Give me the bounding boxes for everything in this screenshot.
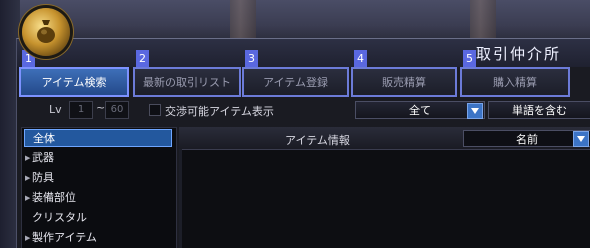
level-max-input[interactable]: 60 — [105, 101, 129, 119]
category-item-equipment-slot[interactable]: ▶ 装備部位 — [24, 189, 172, 207]
tab-label: 販売精算 — [382, 76, 426, 89]
list-divider — [179, 149, 182, 248]
tab-item-search[interactable]: アイテム検索 — [19, 67, 129, 97]
category-item-crafting[interactable]: ▶ 製作アイテム — [24, 229, 172, 247]
trade-broker-window: 取引仲介所 アイテム検索 最新の取引リスト アイテム登録 販売精算 購入精算 1… — [16, 38, 590, 248]
chevron-down-icon[interactable] — [467, 103, 483, 119]
tab-number-badge: 4 — [354, 50, 367, 67]
tab-sales-settlement[interactable]: 販売精算 — [351, 67, 457, 97]
backdrop-pillar — [230, 0, 256, 42]
tab-label: 購入精算 — [493, 76, 537, 89]
category-label: クリスタル — [32, 211, 87, 224]
expand-triangle-icon[interactable]: ▶ — [25, 229, 30, 247]
tab-label: アイテム登録 — [263, 76, 328, 89]
expand-triangle-icon[interactable]: ▶ — [25, 189, 30, 207]
match-mode-dropdown[interactable]: 単語を含む — [488, 101, 590, 119]
category-dropdown[interactable]: 全て — [355, 101, 485, 119]
window-title: 取引仲介所 — [475, 45, 561, 63]
backdrop-pillar — [470, 0, 496, 42]
category-item-armor[interactable]: ▶ 防具 — [24, 169, 172, 187]
sort-dropdown-value: 名前 — [516, 132, 538, 146]
tab-label: アイテム検索 — [41, 76, 107, 89]
expand-triangle-icon[interactable]: ▶ — [25, 169, 30, 187]
level-label: Lv — [49, 103, 62, 116]
category-tree: 全体 ▶ 武器 ▶ 防具 ▶ 装備部位 クリスタル ▶ 製作アイテム — [21, 127, 177, 248]
item-info-header: アイテム情報 — [285, 134, 350, 147]
money-bag-icon — [22, 8, 70, 56]
match-mode-value: 単語を含む — [512, 104, 567, 117]
sort-dropdown[interactable]: 名前 — [463, 130, 590, 147]
category-label: 武器 — [32, 151, 54, 164]
tab-number-badge: 2 — [136, 50, 149, 67]
tradable-only-label: 交渉可能アイテム表示 — [165, 105, 274, 118]
item-results-panel: アイテム情報 名前 — [179, 127, 590, 248]
tab-item-register[interactable]: アイテム登録 — [242, 67, 349, 97]
game-world-backdrop — [0, 0, 590, 42]
category-item-weapons[interactable]: ▶ 武器 — [24, 149, 172, 167]
category-label: 全体 — [33, 132, 55, 145]
category-item-crystal[interactable]: クリスタル — [24, 209, 172, 227]
category-item-all[interactable]: 全体 — [24, 129, 172, 147]
tab-number-badge: 3 — [245, 50, 258, 67]
level-min-input[interactable]: 1 — [69, 101, 93, 119]
category-label: 装備部位 — [32, 191, 76, 204]
game-screen: 取引仲介所 アイテム検索 最新の取引リスト アイテム登録 販売精算 購入精算 1… — [0, 0, 590, 248]
category-label: 防具 — [32, 171, 54, 184]
filter-bar: Lv 1 ~ 60 交渉可能アイテム表示 全て 単語を含む — [17, 97, 590, 123]
tab-latest-trades[interactable]: 最新の取引リスト — [133, 67, 241, 97]
tradable-only-checkbox[interactable] — [149, 104, 161, 116]
expand-triangle-icon[interactable]: ▶ — [25, 149, 30, 167]
item-list-header: アイテム情報 名前 — [179, 127, 590, 150]
tab-purchase-settlement[interactable]: 購入精算 — [460, 67, 570, 97]
chevron-down-icon[interactable] — [573, 131, 589, 147]
level-range-separator: ~ — [96, 101, 106, 114]
category-label: 製作アイテム — [32, 231, 97, 244]
tab-number-badge: 5 — [463, 50, 476, 67]
tab-label: 最新の取引リスト — [143, 76, 231, 89]
category-dropdown-value: 全て — [409, 104, 431, 117]
